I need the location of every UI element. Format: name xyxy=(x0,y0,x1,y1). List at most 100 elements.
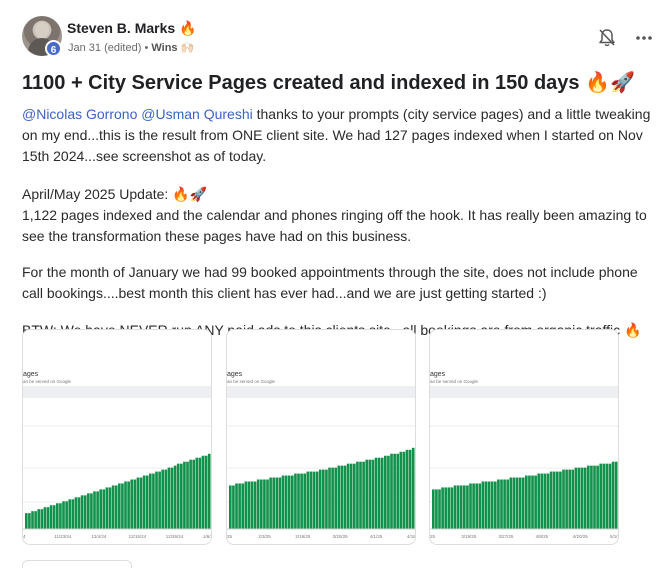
chart-bar xyxy=(562,469,565,529)
chart-x-tick: 4/18/25 xyxy=(407,534,416,539)
chart-bar xyxy=(432,489,435,529)
more-options-icon[interactable] xyxy=(634,28,654,48)
chart-bar xyxy=(229,485,232,529)
chart-band xyxy=(23,386,211,398)
chart-bar xyxy=(408,449,412,529)
chart-bar xyxy=(263,479,266,529)
chart-bar xyxy=(71,499,75,529)
chart-bar xyxy=(484,481,488,529)
chart-bar xyxy=(130,479,134,529)
chart-bar xyxy=(447,487,451,529)
chart-title: ages xyxy=(23,371,39,378)
chart-bar xyxy=(343,465,347,529)
chart-bar xyxy=(269,477,272,529)
chart-band xyxy=(430,386,618,398)
chart-bar xyxy=(587,465,590,529)
screenshot-thumbnail[interactable]: ages an be served on Google 4 11/23/24 12/4/… xyxy=(22,329,212,545)
chart-bar xyxy=(37,509,41,529)
chart-bar xyxy=(325,469,328,529)
chart-bar xyxy=(328,467,331,529)
mention-link[interactable]: @Nicolas Gorrono xyxy=(22,106,137,122)
chart-bar xyxy=(93,491,96,529)
post-header: 6 Steven B. Marks 🔥 Jan 31 (edited) • Wi… xyxy=(22,16,662,60)
chart-bar xyxy=(145,475,149,529)
chart-bar xyxy=(300,473,303,529)
post-date[interactable]: Jan 31 (edited) xyxy=(68,42,141,54)
screenshot-thumbnail[interactable]: ages an be served on Google 25 2/3/25 2/19/2… xyxy=(226,329,416,545)
chart-bar xyxy=(602,463,606,529)
paragraph-text: 1,122 pages indexed and the calendar and… xyxy=(22,207,647,244)
chart-bar xyxy=(204,455,208,529)
mention-link[interactable]: @Usman Qureshi xyxy=(141,106,252,122)
chart-bar xyxy=(28,513,31,529)
chart-svg: agesan be served on Google 25 2/3/25 2/19/2… xyxy=(227,371,416,539)
chart-bar xyxy=(118,483,121,529)
chart-x-tick: 25 xyxy=(227,534,233,539)
chart-bar xyxy=(512,477,516,529)
chart-bar xyxy=(250,481,254,529)
chart-x-tick: 4/8/25 xyxy=(536,534,549,539)
chart-bar xyxy=(40,509,44,529)
chart-bar xyxy=(167,467,171,529)
chart-bar xyxy=(297,473,300,529)
chart-bar xyxy=(99,489,103,529)
chart-bar xyxy=(152,473,155,529)
chart-bar xyxy=(278,477,282,529)
chart-bar xyxy=(453,485,457,529)
chart-bar xyxy=(139,477,143,529)
chart-bar xyxy=(552,471,556,529)
author-name[interactable]: Steven B. Marks 🔥 xyxy=(67,20,196,37)
chart-bar xyxy=(173,465,177,529)
chart-bar xyxy=(521,477,525,529)
chart-bar xyxy=(62,501,65,529)
chart-bar xyxy=(256,479,260,529)
chart-bar xyxy=(456,485,460,529)
chart-bar xyxy=(136,477,140,529)
chart-bar xyxy=(170,467,174,529)
chart-bar xyxy=(161,469,165,529)
chart-bar xyxy=(565,469,568,529)
chart-x-tick: 4/20/25 xyxy=(573,534,589,539)
chart-bar xyxy=(490,481,494,529)
chart-title: ages xyxy=(430,371,446,378)
chart-bar xyxy=(605,463,609,529)
chart-x-tick: 25 xyxy=(430,534,436,539)
chart-x-tick: 2/3/25 xyxy=(258,534,271,539)
chart-bar xyxy=(238,483,241,529)
bell-icon[interactable] xyxy=(598,28,616,48)
chart-bar xyxy=(515,477,519,529)
chart-bar xyxy=(31,511,34,529)
chart-bar xyxy=(531,475,534,529)
chart-svg: agesan be served on Google 25 3/19/25 3/27/… xyxy=(430,371,618,539)
chart-bar xyxy=(377,457,381,529)
chart-bar xyxy=(149,473,152,529)
chart-bar xyxy=(518,477,522,529)
chart-bar xyxy=(396,453,400,529)
chart-bar xyxy=(399,451,403,529)
chart-x-tick: 12/4/24 xyxy=(91,534,107,539)
chart-bar xyxy=(34,511,37,529)
chart-bar xyxy=(494,481,497,529)
chart-bar xyxy=(380,457,384,529)
chart-bar xyxy=(441,487,444,529)
chart-bar xyxy=(374,457,378,529)
chart-bar xyxy=(568,469,572,529)
update-heading: April/May 2025 Update: 🔥🚀 xyxy=(22,186,208,202)
chart-bar xyxy=(571,469,575,529)
chart-bar xyxy=(87,493,90,529)
chart-bar xyxy=(124,481,127,529)
chart-bar xyxy=(183,461,186,529)
chart-bar xyxy=(241,483,245,529)
chart-bar xyxy=(334,467,338,529)
chart-bar xyxy=(405,449,409,529)
chart-bar xyxy=(235,483,238,529)
screenshot-thumbnail[interactable]: ages an be served on Google 25 3/19/25 3/27/… xyxy=(429,329,619,545)
chart-bar xyxy=(411,447,415,529)
chart-bar xyxy=(583,467,587,529)
post-category[interactable]: Wins 🙌🏻 xyxy=(151,42,194,54)
chart-bar xyxy=(559,471,562,529)
chart-bar xyxy=(384,455,387,529)
chart-bar xyxy=(158,471,161,529)
chart-bar xyxy=(65,501,68,529)
chart-bar xyxy=(207,453,211,529)
